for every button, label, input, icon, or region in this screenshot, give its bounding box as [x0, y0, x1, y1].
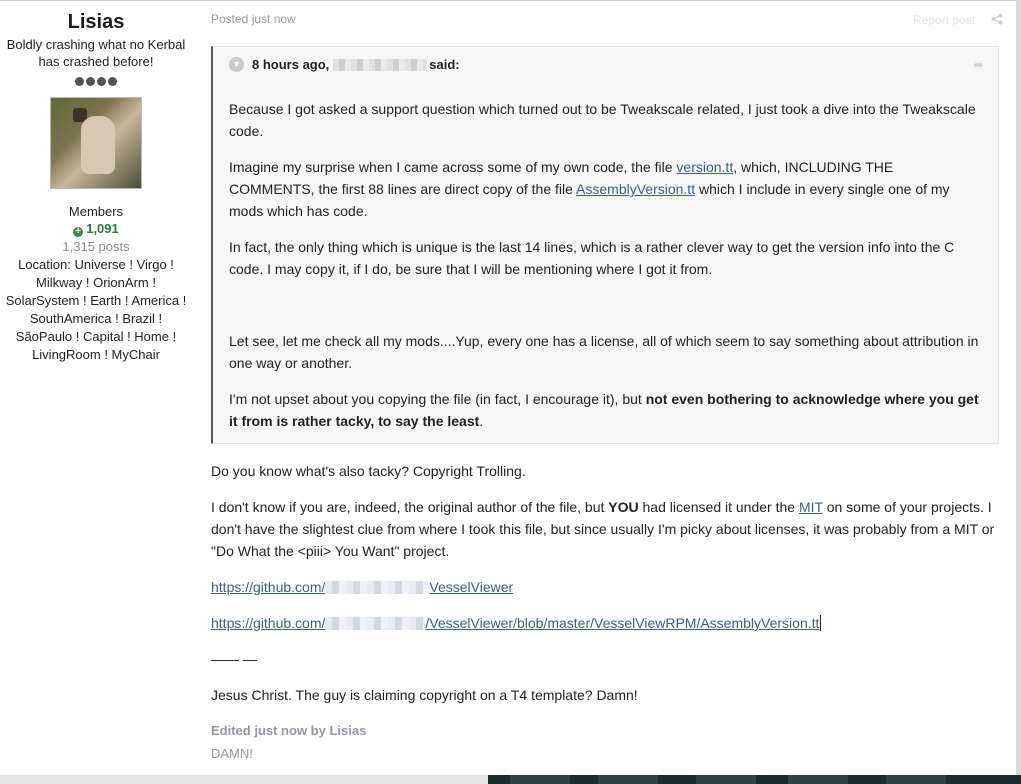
body-paragraph: https://github.com//VesselViewer/blob/ma… [211, 612, 1001, 634]
location: Location: Universe ! Virgo ! Milkway ! O… [0, 256, 192, 364]
body-paragraph: Jesus Christ. The guy is claiming copyri… [211, 687, 638, 703]
reputation: +1,091 [0, 220, 192, 238]
body-paragraph: I don't know if you are, indeed, the ori… [211, 499, 995, 559]
rank-pip-icon [75, 77, 84, 86]
github-repo-link[interactable]: https://github.com/VesselViewer [211, 579, 513, 595]
location-line: Location: Universe ! Virgo ! [18, 257, 174, 272]
location-line: SãoPaulo ! Capital ! Home ! [15, 329, 177, 344]
location-line: Milkway ! OrionArm ! [36, 275, 156, 290]
quote-paragraph: I'm not upset about you copying the file… [229, 391, 979, 429]
location-line: LivingRoom ! MyChair [32, 347, 160, 362]
mit-license-link[interactable]: MIT [799, 499, 823, 515]
location-line: SolarSystem ! Earth ! America ! [5, 293, 187, 308]
report-post-link[interactable]: Report post [913, 13, 975, 27]
redacted-username [325, 581, 430, 594]
quote-spacer [229, 294, 981, 316]
quote-header: ▼ 8 hours ago, said: [229, 57, 460, 72]
chevron-down-icon[interactable]: ▼ [229, 57, 244, 72]
jump-to-post-icon[interactable]: ➦ [973, 57, 984, 73]
background-image-strip [488, 775, 1021, 784]
edit-reason: DAMN! [211, 746, 253, 761]
github-file-link[interactable]: https://github.com//VesselViewer/blob/ma… [211, 615, 819, 631]
quote-paragraph: Because I got asked a support question w… [229, 101, 976, 139]
body-paragraph: https://github.com/VesselViewer [211, 576, 1001, 598]
forum-post: Lisias Boldly crashing what no Kerbal ha… [0, 1, 1016, 775]
version-tt-link[interactable]: version.tt [676, 159, 733, 175]
author-name[interactable]: Lisias [0, 11, 192, 33]
text-cursor [820, 615, 822, 631]
window-edge [1016, 0, 1021, 784]
edited-note: Edited just now by Lisias [211, 723, 367, 738]
quote-body: Because I got asked a support question w… [229, 98, 981, 446]
quote-paragraph: In fact, the only thing which is unique … [229, 239, 955, 277]
post-timestamp[interactable]: Posted just now [211, 12, 296, 26]
member-group: Members [68, 204, 124, 219]
quote-block: ▼ 8 hours ago, said: ➦ Because I got ask… [211, 46, 999, 444]
location-line: SouthAmerica ! Brazil ! [29, 311, 163, 326]
post-body: Do you know what's also tacky? Copyright… [211, 460, 1001, 720]
quote-paragraph: Imagine my surprise when I came across s… [229, 159, 950, 219]
redacted-username [333, 58, 428, 71]
share-icon[interactable] [991, 13, 1005, 27]
plus-circle-icon: + [73, 227, 84, 237]
redacted-username [325, 617, 426, 630]
rank-pip-icon [97, 77, 106, 86]
author-panel: Lisias Boldly crashing what no Kerbal ha… [0, 1, 192, 364]
separator: —— — [211, 651, 257, 667]
body-paragraph: Do you know what's also tacky? Copyright… [211, 463, 526, 479]
post-count: 1,315 posts [62, 239, 130, 254]
rank-pip-icon [108, 77, 117, 86]
avatar[interactable] [50, 97, 142, 189]
quote-paragraph: Let see, let me check all my mods....Yup… [229, 333, 979, 371]
reputation-value: 1,091 [86, 221, 119, 236]
author-title: Boldly crashing what no Kerbal has crash… [6, 37, 186, 69]
rank-pips [0, 73, 192, 86]
quote-time: 8 hours ago, [252, 57, 330, 72]
assemblyversion-link[interactable]: AssemblyVersion.tt [576, 181, 695, 197]
quote-said: said: [429, 57, 460, 72]
rank-pip-icon [86, 77, 95, 86]
